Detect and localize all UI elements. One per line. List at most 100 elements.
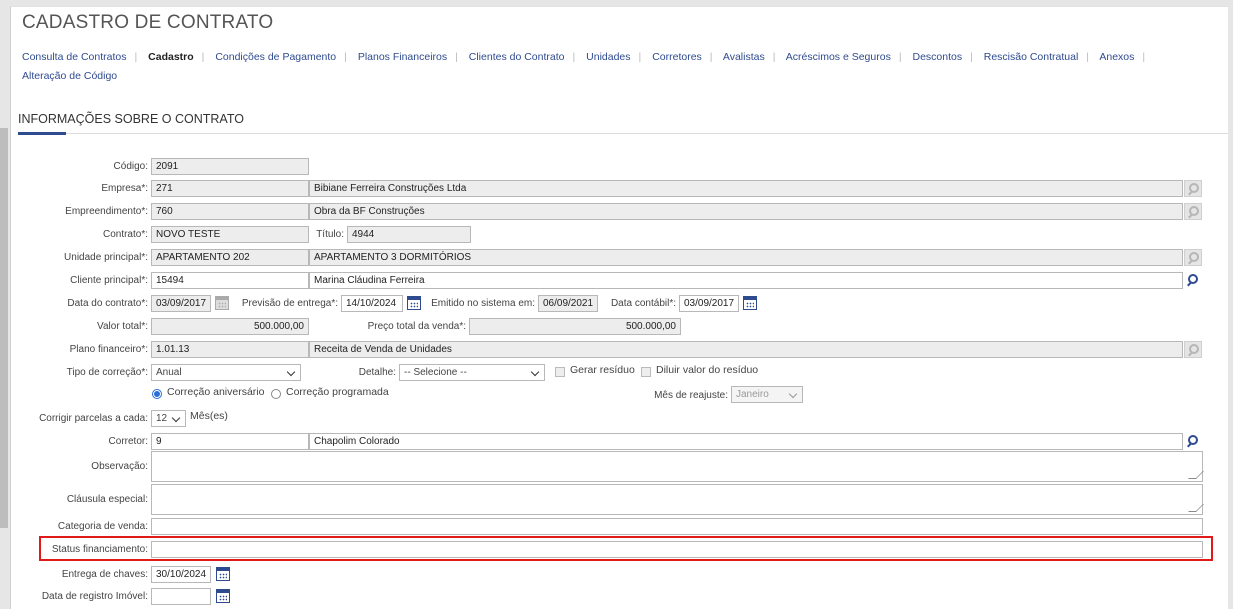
empresa-code-field[interactable]: 271: [151, 180, 309, 197]
data-contrato-field[interactable]: 03/09/2017: [151, 295, 211, 312]
tab-anexos[interactable]: Anexos: [1099, 51, 1134, 63]
plano-financeiro-code-field[interactable]: 1.01.13: [151, 341, 309, 358]
data-registro-field[interactable]: [151, 588, 211, 605]
emitido-sistema-field: 06/09/2021: [538, 295, 598, 312]
empreendimento-search-button[interactable]: [1184, 203, 1202, 220]
corrigir-parcelas-label: Corrigir parcelas a cada:: [39, 413, 148, 424]
correcao-programada-label: Correção programada: [286, 386, 389, 398]
corrigir-parcelas-unit: Mês(es): [190, 410, 228, 422]
chevron-down-icon: [171, 413, 181, 423]
clausula-especial-textarea[interactable]: [151, 484, 1204, 515]
detalhe-select[interactable]: -- Selecione --: [399, 364, 545, 381]
status-financiamento-label: Status financiamento:: [51, 544, 148, 555]
empreendimento-code-field[interactable]: 760: [151, 203, 309, 220]
calendar-icon[interactable]: [743, 296, 757, 310]
codigo-field: 2091: [151, 158, 309, 175]
tipo-correcao-value: Anual: [156, 367, 182, 378]
data-registro-label: Data de registro Imóvel:: [41, 591, 148, 602]
empresa-label: Empresa*:: [101, 183, 148, 194]
section-divider: [18, 133, 1228, 134]
page-title: CADASTRO DE CONTRATO: [22, 12, 274, 33]
tipo-correcao-select[interactable]: Anual: [151, 364, 301, 381]
cliente-code-field[interactable]: 15494: [151, 272, 309, 289]
tab-acrescimos-seguros[interactable]: Acréscimos e Seguros: [786, 51, 891, 63]
previsao-entrega-field[interactable]: 14/10/2024: [341, 295, 403, 312]
cliente-search-button[interactable]: [1184, 272, 1202, 289]
tab-consulta-contratos[interactable]: Consulta de Contratos: [22, 51, 126, 63]
data-contrato-label: Data do contrato*:: [67, 298, 148, 309]
tab-cadastro[interactable]: Cadastro: [148, 51, 194, 63]
scrollbar[interactable]: [0, 128, 8, 528]
empresa-search-button[interactable]: [1184, 180, 1202, 197]
chevron-down-icon: [530, 367, 540, 377]
unidade-code-field[interactable]: APARTAMENTO 202: [151, 249, 309, 266]
contrato-label: Contrato*:: [102, 229, 148, 240]
tab-planos-financeiros[interactable]: Planos Financeiros: [358, 51, 447, 63]
tab-rescisao-contratual[interactable]: Rescisão Contratual: [984, 51, 1079, 63]
corretor-search-button[interactable]: [1184, 433, 1202, 450]
correcao-aniversario-label: Correção aniversário: [167, 386, 265, 398]
calendar-icon[interactable]: [216, 589, 230, 603]
empreendimento-label: Empreendimento*:: [65, 206, 148, 217]
tab-clientes-contrato[interactable]: Clientes do Contrato: [469, 51, 565, 63]
valor-total-field[interactable]: 500.000,00: [151, 318, 309, 335]
mes-reajuste-value: Janeiro: [736, 389, 769, 400]
correcao-programada-radio[interactable]: [271, 389, 281, 399]
preco-total-field: 500.000,00: [469, 318, 681, 335]
gerar-residuo-label: Gerar resíduo: [570, 364, 635, 376]
diluir-residuo-label: Diluir valor do resíduo: [656, 364, 759, 376]
tab-descontos[interactable]: Descontos: [912, 51, 962, 63]
tab-alteracao-codigo[interactable]: Alteração de Código: [22, 70, 117, 82]
observacao-textarea[interactable]: [151, 451, 1204, 482]
data-contabil-label: Data contábil*:: [610, 298, 676, 309]
cliente-name-field[interactable]: Marina Cláudina Ferreira: [309, 272, 1183, 289]
diluir-residuo-checkbox[interactable]: [641, 367, 651, 377]
status-financiamento-field[interactable]: [151, 541, 1203, 558]
calendar-icon[interactable]: [407, 296, 421, 310]
tab-corretores[interactable]: Corretores: [652, 51, 702, 63]
unidade-name-field: APARTAMENTO 3 DORMITÓRIOS: [309, 249, 1183, 266]
contrato-field[interactable]: NOVO TESTE: [151, 226, 309, 243]
section-title: INFORMAÇÕES SOBRE O CONTRATO: [18, 112, 244, 126]
previsao-entrega-label: Previsão de entrega*:: [241, 298, 338, 309]
observacao-label: Observação:: [91, 461, 148, 472]
corretor-code-field[interactable]: 9: [151, 433, 309, 450]
plano-financeiro-label: Plano financeiro*:: [69, 344, 148, 355]
corrigir-parcelas-value: 12: [156, 413, 168, 424]
emitido-sistema-label: Emitido no sistema em:: [431, 298, 535, 309]
chevron-down-icon: [788, 389, 798, 399]
gerar-residuo-checkbox[interactable]: [555, 367, 565, 377]
cliente-label: Cliente principal*:: [70, 275, 148, 286]
calendar-icon: [215, 296, 229, 310]
tab-nav: Consulta de Contratos | Cadastro | Condiçõ…: [22, 51, 1146, 82]
tab-condicoes-pagamento[interactable]: Condições de Pagamento: [215, 51, 336, 63]
titulo-field[interactable]: 4944: [347, 226, 471, 243]
tipo-correcao-label: Tipo de correção*:: [66, 367, 148, 378]
entrega-chaves-field[interactable]: 30/10/2024: [151, 566, 211, 583]
corretor-label: Corretor:: [108, 436, 148, 447]
unidade-label: Unidade principal*:: [64, 252, 148, 263]
unidade-search-button[interactable]: [1184, 249, 1202, 266]
tab-avalistas[interactable]: Avalistas: [723, 51, 765, 63]
codigo-label: Código:: [113, 161, 148, 172]
mes-reajuste-select: Janeiro: [731, 386, 803, 403]
chevron-down-icon: [286, 367, 296, 377]
corrigir-parcelas-select[interactable]: 12: [151, 410, 186, 427]
correcao-aniversario-radio[interactable]: [152, 389, 162, 399]
categoria-venda-field[interactable]: [151, 518, 1203, 535]
calendar-icon[interactable]: [216, 567, 230, 581]
section-underline: [18, 132, 66, 135]
tab-unidades[interactable]: Unidades: [586, 51, 630, 63]
valor-total-label: Valor total*:: [97, 321, 148, 332]
corretor-name-field[interactable]: Chapolim Colorado: [309, 433, 1183, 450]
plano-financeiro-name-field: Receita de Venda de Unidades: [309, 341, 1183, 358]
empreendimento-name-field: Obra da BF Construções: [309, 203, 1183, 220]
data-contabil-field[interactable]: 03/09/2017: [679, 295, 739, 312]
titulo-label: Título:: [316, 229, 344, 240]
empresa-name-field: Bibiane Ferreira Construções Ltda: [309, 180, 1183, 197]
resize-handle-icon[interactable]: [1188, 504, 1204, 512]
plano-financeiro-search-button[interactable]: [1184, 341, 1202, 358]
resize-handle-icon[interactable]: [1188, 471, 1204, 479]
preco-total-label: Preço total da venda*:: [367, 321, 466, 332]
entrega-chaves-label: Entrega de chaves:: [61, 569, 148, 580]
